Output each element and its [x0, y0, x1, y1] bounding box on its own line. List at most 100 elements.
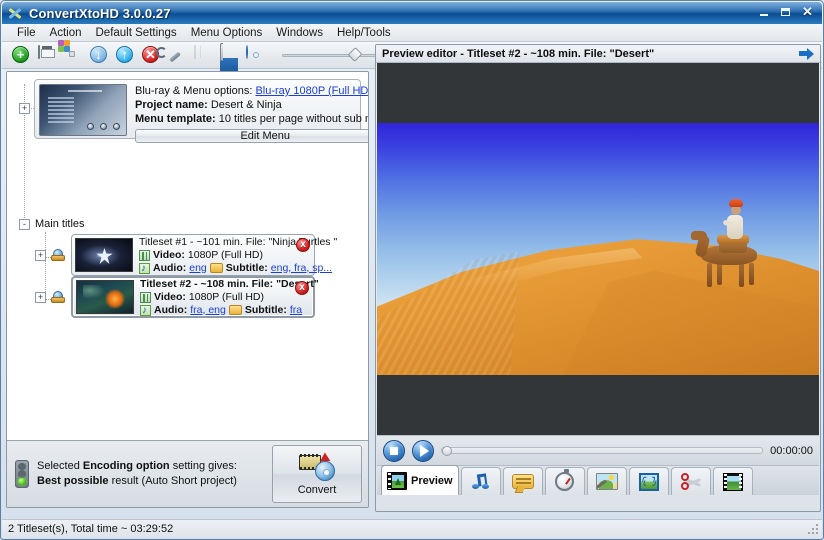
wrench-icon[interactable] — [168, 46, 186, 64]
tab-resize[interactable]: ╭╮╰╯ — [629, 467, 669, 495]
edit-menu-button[interactable]: Edit Menu — [135, 129, 369, 143]
titleset-2-subtitle-value[interactable]: fra — [290, 304, 302, 317]
film-image-icon — [723, 473, 743, 491]
menu-template-row: Menu template: 10 titles per page withou… — [135, 112, 369, 126]
main-titles-node[interactable]: - Main titles — [19, 218, 85, 230]
menu-item-windows[interactable]: Windows — [269, 26, 330, 40]
status-bar: 2 Titleset(s), Total time ~ 03:29:52 — [2, 519, 822, 538]
minimize-button[interactable] — [753, 4, 774, 20]
play-button[interactable] — [412, 440, 434, 462]
menu-thumbnail — [39, 84, 127, 136]
letterbox-top — [377, 63, 819, 123]
menu-item-action[interactable]: Action — [43, 26, 89, 40]
picture-adjust-icon — [596, 473, 618, 490]
letterbox-bottom — [377, 375, 819, 435]
tab-subtitles[interactable] — [503, 467, 543, 495]
titleset-2-title: Titleset #2 - ~108 min. File: "Desert" — [140, 278, 319, 291]
encoding-description: Selected Encoding option setting gives: … — [29, 459, 272, 489]
encoding-line2-post: result (Auto Short project) — [109, 475, 237, 487]
subtitle-icon — [210, 263, 223, 273]
titleset-1-subtitle-label: Subtitle: — [226, 262, 268, 275]
titleset-2-expander[interactable]: + — [35, 292, 46, 303]
convert-button[interactable]: Convert — [272, 445, 362, 503]
titleset-1-video-row: Video: 1080P (Full HD) — [139, 249, 337, 262]
next-arrow-icon[interactable] — [799, 48, 814, 60]
bluray-options-row: Blu-ray & Menu options: Blu-ray 1080P (F… — [135, 84, 369, 98]
titleset-1-audio-value[interactable]: eng — [189, 262, 207, 275]
tab-picture[interactable] — [587, 467, 627, 495]
window-controls: ✕ — [753, 4, 818, 20]
seek-knob[interactable] — [442, 446, 452, 456]
titleset-2-audio-value[interactable]: fra, eng — [190, 304, 226, 317]
titleset-2-card[interactable]: Titleset #2 - ~108 min. File: "Desert" V… — [71, 276, 315, 318]
audio-icon — [140, 305, 151, 316]
main-titles-label: Main titles — [35, 218, 85, 230]
app-logo-icon — [7, 5, 23, 21]
titleset-row-2[interactable]: + Titleset #2 - ~108 min. File: "Desert"… — [35, 276, 315, 318]
encoding-panel: Selected Encoding option setting gives: … — [7, 440, 369, 507]
encoding-line-1: Selected Encoding option setting gives: — [37, 459, 272, 474]
maximize-button[interactable] — [775, 4, 796, 20]
camel-with-rider — [693, 223, 771, 289]
bluray-options-label: Blu-ray & Menu options: — [135, 85, 252, 97]
editor-tabs: Preview ╭╮╰╯ — [377, 465, 819, 495]
tab-audio[interactable] — [461, 467, 501, 495]
titleset-2-video-value: 1080P (Full HD) — [189, 291, 264, 304]
titleset-1-delete-button[interactable]: x — [296, 238, 310, 252]
tab-preview[interactable]: Preview — [381, 465, 459, 495]
menu-expander[interactable]: + — [19, 103, 30, 114]
titleset-2-video-row: Video: 1080P (Full HD) — [140, 291, 319, 304]
tab-film-image[interactable] — [713, 467, 753, 495]
seek-slider[interactable] — [441, 447, 763, 454]
close-button[interactable]: ✕ — [797, 4, 818, 20]
disc-tray-icon — [51, 249, 65, 262]
project-name-value: Desert & Ninja — [211, 99, 282, 111]
titleset-1-video-label: Video: — [153, 249, 185, 262]
menu-item-file[interactable]: File — [10, 26, 43, 40]
convert-button-label: Convert — [298, 484, 337, 496]
add-icon[interactable]: + — [12, 46, 30, 64]
titleset-1-subtitle-value[interactable]: eng, fra, sp... — [271, 262, 332, 275]
video-preview-area[interactable] — [377, 63, 819, 435]
subtitle-icon — [229, 305, 242, 315]
menu-summary-card[interactable]: Blu-ray & Menu options: Blu-ray 1080P (F… — [34, 79, 361, 139]
stop-button[interactable] — [383, 440, 405, 462]
bluray-options-value[interactable]: Blu-ray 1080P (Full HD) — [255, 85, 369, 97]
main-titles-expander[interactable]: - — [19, 219, 30, 230]
move-down-icon[interactable]: ↓ — [90, 46, 108, 64]
slider-knob[interactable] — [348, 47, 363, 62]
tab-chapters[interactable] — [545, 467, 585, 495]
resize-grip[interactable] — [808, 524, 819, 535]
encoding-line1-pre: Selected — [37, 460, 83, 472]
titleset-2-audio-row: Audio: fra, eng Subtitle: fra — [140, 304, 319, 317]
titleset-row-1[interactable]: + Titleset #1 - ~101 min. File: "Ninja T… — [35, 234, 315, 276]
preview-header: Preview editor - Titleset #2 - ~108 min.… — [376, 45, 820, 63]
titleset-1-card[interactable]: Titleset #1 - ~101 min. File: "Ninja Tur… — [71, 234, 315, 276]
menu-bar: File Action Default Settings Menu Option… — [2, 24, 822, 42]
save-icon[interactable] — [38, 46, 56, 64]
tab-cut[interactable] — [671, 467, 711, 495]
menu-item-help-tools[interactable]: Help/Tools — [330, 26, 398, 40]
menu-item-default-settings[interactable]: Default Settings — [89, 26, 184, 40]
application-window: ConvertXtoHD 3.0.0.27 ✕ File Action Defa… — [0, 0, 824, 540]
titleset-1-expander[interactable]: + — [35, 250, 46, 261]
settings-grid-icon[interactable] — [64, 46, 82, 64]
status-light-icon — [15, 460, 29, 488]
tab-preview-label: Preview — [411, 475, 453, 487]
titleset-1-audio-label: Audio: — [153, 262, 186, 275]
subtitle-bubble-icon — [512, 474, 534, 489]
audio-icon — [139, 263, 150, 274]
preview-film-icon — [387, 472, 407, 490]
disc-icon[interactable] — [246, 46, 264, 64]
audio-note-icon — [471, 473, 491, 491]
title-bar: ConvertXtoHD 3.0.0.27 ✕ — [2, 2, 822, 24]
move-up-icon[interactable]: ↑ — [116, 46, 134, 64]
preview-image — [377, 123, 819, 375]
encoding-line-2: Best possible result (Auto Short project… — [37, 474, 272, 489]
titleset-2-subtitle-label: Subtitle: — [245, 304, 287, 317]
disc-tray-icon — [51, 291, 65, 304]
titleset-2-delete-button[interactable]: x — [295, 281, 309, 295]
convert-icon — [299, 453, 335, 481]
menu-item-menu-options[interactable]: Menu Options — [184, 26, 270, 40]
screen-icon[interactable] — [220, 46, 238, 64]
